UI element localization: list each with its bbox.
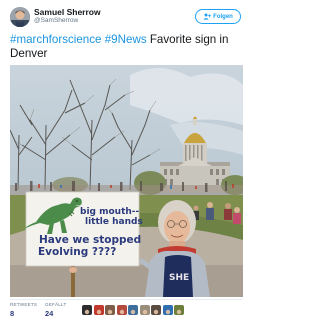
- liker-avatar[interactable]: [105, 305, 115, 315]
- liker-avatar[interactable]: [139, 305, 150, 315]
- liker-avatar[interactable]: [116, 305, 127, 315]
- tweet-text-line2: Denver: [10, 47, 48, 60]
- sign-text-line4: Evolving ????: [38, 246, 117, 258]
- liker-avatar[interactable]: [82, 305, 92, 315]
- likes-label: GEFÄLLT: [45, 302, 67, 307]
- sign-text-line2: little hands: [85, 217, 143, 227]
- tweet-text-line1: Favorite sign in: [146, 33, 229, 46]
- liker-avatar[interactable]: [174, 305, 184, 315]
- hashtag-marchforscience[interactable]: #marchforscience: [10, 33, 102, 46]
- hashtag-9news[interactable]: #9News: [105, 33, 147, 46]
- sign-text-line1: big mouth--: [80, 207, 140, 217]
- likes-count[interactable]: 24: [45, 309, 53, 318]
- retweets-label: RETWEETS: [10, 302, 38, 307]
- sign-text-line3: Have we stopped: [39, 234, 142, 246]
- tweet-photo[interactable]: big mouth-- little hands Have we stopped…: [10, 65, 243, 297]
- footer-divider: [10, 299, 243, 300]
- add-user-icon: [203, 13, 212, 20]
- retweets-count[interactable]: 8: [10, 309, 14, 318]
- author-name[interactable]: Samuel Sherrow: [34, 7, 101, 17]
- follow-button-label: Folgen: [213, 13, 233, 20]
- follow-button[interactable]: Folgen: [195, 9, 241, 24]
- liker-avatar[interactable]: [93, 305, 104, 315]
- liker-avatar[interactable]: [162, 305, 173, 315]
- liker-avatar[interactable]: [128, 305, 138, 315]
- tweet-text: #marchforscience #9News Favorite sign in…: [10, 33, 242, 61]
- liker-avatar[interactable]: [151, 305, 161, 315]
- shirt-text: SHE: [169, 273, 190, 283]
- author-handle[interactable]: @SamSherrow: [34, 17, 78, 24]
- tweet-card: Samuel Sherrow @SamSherrow Folgen #march…: [0, 0, 250, 324]
- author-avatar[interactable]: [10, 7, 30, 27]
- liker-avatars: [82, 305, 184, 315]
